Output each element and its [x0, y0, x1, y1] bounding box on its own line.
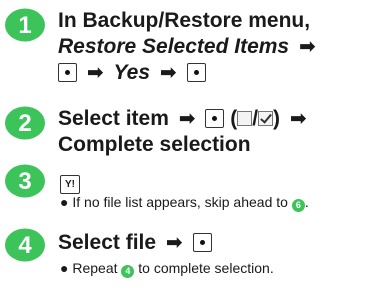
step-2-badge-shape: 2 — [5, 106, 45, 140]
step-2-number: 2 — [18, 110, 31, 137]
step-1: 1 In Backup/Restore menu, Restore Select… — [0, 2, 379, 88]
step-1-number: 1 — [18, 12, 31, 39]
step-4-note: ● Repeat 4 to complete selection. — [60, 259, 274, 278]
select-item-text: Select item — [58, 107, 169, 130]
right-arrow-icon: ➡ — [289, 108, 307, 130]
paren-close: ) — [273, 107, 281, 130]
center-key-icon — [192, 233, 212, 252]
unchecked-box-icon — [237, 111, 253, 126]
step-4: 4 Select file ➡ ● Repeat 4 to complete s… — [0, 222, 379, 294]
restore-selected-items-option: Restore Selected Items — [58, 35, 290, 58]
step-3: 3 Y! ● If no file list appears, skip ahe… — [0, 160, 379, 214]
step-3-number: 3 — [18, 168, 31, 195]
step-3-key-line: Y! — [60, 168, 80, 194]
step-4-badge: 4 — [4, 228, 46, 262]
step-1-line-2: Restore Selected Items ➡ — [58, 34, 320, 60]
step-1-line-1: In Backup/Restore menu, — [58, 9, 311, 32]
step-2-line-2: Complete selection — [58, 133, 251, 156]
right-arrow-icon: ➡ — [165, 232, 183, 254]
paren-open: ( — [230, 107, 238, 130]
right-arrow-icon: ➡ — [298, 36, 316, 58]
step-4-line-1: Select file ➡ — [58, 230, 212, 256]
step-4-note-start: Repeat — [72, 260, 118, 276]
step-3-note: ● If no file list appears, skip ahead to… — [60, 193, 309, 212]
checked-box-icon — [258, 111, 274, 126]
step-4-ref-icon: 4 — [121, 265, 135, 278]
step-2-line-1: Select item ➡ (/) ➡ — [58, 106, 311, 132]
step-1-badge: 1 — [4, 8, 46, 42]
center-key-icon — [58, 63, 77, 82]
center-key-icon — [205, 109, 225, 128]
bullet: ● — [60, 194, 69, 210]
step-1-badge-shape: 1 — [5, 8, 45, 42]
note-period: . — [304, 194, 309, 210]
step-6-ref-icon: 6 — [291, 199, 305, 212]
yes-option: Yes — [113, 61, 151, 84]
step-2: 2 Select item ➡ (/) ➡ Complete selection — [0, 92, 379, 156]
step-3-note-text: If no file list appears, skip ahead to — [72, 194, 288, 210]
step-4-badge-shape: 4 — [5, 228, 45, 262]
step-4-note-end: to complete selection. — [138, 260, 274, 276]
y-key-icon: Y! — [60, 175, 80, 194]
right-arrow-icon: ➡ — [86, 62, 104, 84]
step-3-badge-shape: 3 — [5, 164, 45, 198]
center-key-icon — [186, 63, 206, 82]
right-arrow-icon: ➡ — [159, 62, 177, 84]
step-3-badge: 3 — [4, 164, 46, 198]
select-file-text: Select file — [58, 231, 157, 254]
step-2-badge: 2 — [4, 106, 46, 140]
step-1-line-3: ➡ Yes ➡ — [58, 60, 206, 86]
right-arrow-icon: ➡ — [178, 108, 196, 130]
bullet: ● — [60, 260, 69, 276]
step-4-number: 4 — [18, 232, 32, 259]
